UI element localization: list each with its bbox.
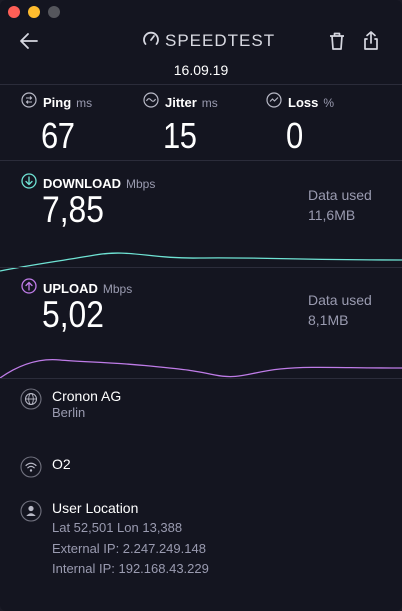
user-location-coords: Lat 52,501 Lon 13,388	[52, 520, 183, 535]
server-city: Berlin	[52, 405, 86, 420]
upload-data-used-value: 8,1MB	[308, 312, 349, 328]
loss-metric: Loss % 0	[266, 92, 334, 157]
speedtest-window: SPEEDTEST 16.09.19 Ping ms 67 Jitter ms	[0, 0, 402, 611]
back-arrow-icon[interactable]	[16, 28, 42, 54]
download-icon	[21, 173, 37, 194]
provider-name: O2	[52, 456, 71, 472]
download-speed-graph	[0, 252, 402, 272]
download-value: 7,85	[42, 189, 104, 230]
ping-metric: Ping ms 67	[21, 92, 92, 157]
ping-unit: ms	[76, 95, 93, 110]
jitter-value: 15	[163, 115, 197, 156]
loss-label: Loss	[288, 95, 319, 110]
download-unit: Mbps	[126, 176, 156, 191]
loss-unit: %	[323, 95, 335, 110]
window-maximize-button[interactable]	[48, 6, 60, 18]
external-ip: External IP: 2.247.249.148	[52, 541, 206, 556]
divider	[0, 267, 402, 268]
download-data-used-label: Data used	[308, 187, 372, 203]
speedtest-logo: SPEEDTEST	[142, 31, 275, 51]
test-date: 16.09.19	[173, 62, 229, 78]
wifi-icon	[20, 456, 42, 478]
ping-label: Ping	[43, 95, 72, 110]
user-location-title: User Location	[52, 500, 139, 516]
divider	[0, 160, 402, 161]
trash-icon[interactable]	[325, 29, 349, 53]
divider	[0, 84, 402, 85]
loss-value: 0	[286, 115, 303, 156]
jitter-icon	[143, 92, 159, 113]
window-minimize-button[interactable]	[28, 6, 40, 18]
download-data-used-value: 11,6MB	[308, 207, 356, 223]
share-icon[interactable]	[359, 29, 383, 53]
jitter-unit: ms	[201, 95, 218, 110]
upload-icon	[21, 278, 37, 299]
upload-speed-graph	[0, 358, 402, 379]
upload-unit: Mbps	[102, 281, 133, 296]
internal-ip: Internal IP: 192.168.43.229	[52, 561, 209, 576]
app-header: SPEEDTEST	[0, 24, 402, 58]
loss-icon	[266, 92, 282, 113]
ping-icon	[21, 92, 37, 113]
logo-text: SPEEDTEST	[165, 31, 276, 50]
user-icon	[20, 500, 42, 522]
upload-data-used-label: Data used	[308, 292, 372, 308]
title-bar	[0, 0, 402, 24]
jitter-label: Jitter	[165, 95, 197, 110]
download-section: DOWNLOAD Mbps 7,85 Data used 11,6MB	[0, 173, 402, 278]
upload-section: UPLOAD Mbps 5,02 Data used 8,1MB	[0, 278, 402, 383]
jitter-metric: Jitter ms 15	[143, 92, 218, 157]
window-close-button[interactable]	[8, 6, 20, 18]
ping-value: 67	[41, 115, 75, 156]
globe-icon	[20, 388, 42, 410]
server-name: Cronon AG	[52, 388, 122, 404]
gauge-icon	[142, 30, 160, 53]
divider	[0, 378, 402, 379]
upload-value: 5,02	[42, 294, 104, 335]
